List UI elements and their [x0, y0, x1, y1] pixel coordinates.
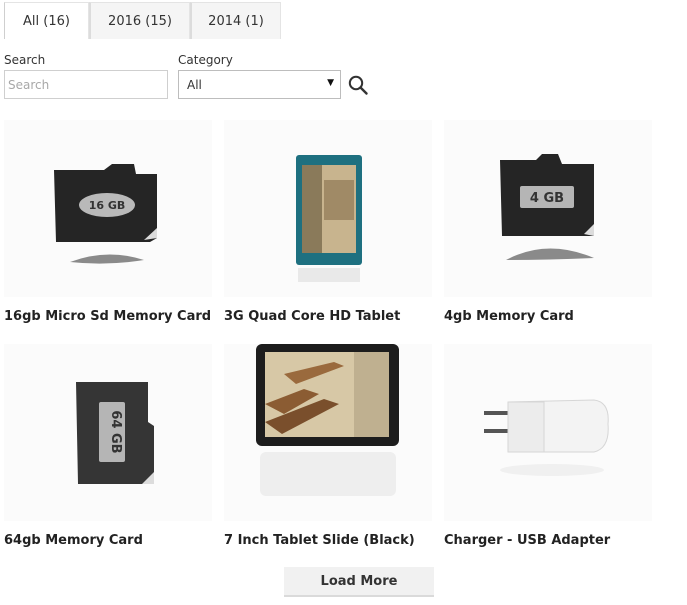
product-image[interactable]: 64 GB	[4, 344, 212, 521]
product-image[interactable]: 16 GB	[4, 120, 212, 297]
product-card: 3G Quad Core HD Tablet	[224, 120, 432, 324]
category-selected-value: All	[187, 77, 202, 92]
product-title[interactable]: Charger - USB Adapter	[444, 533, 610, 548]
card-capacity-text: 4 GB	[530, 191, 564, 206]
product-title[interactable]: 7 Inch Tablet Slide (Black)	[224, 533, 415, 548]
product-title[interactable]: 64gb Memory Card	[4, 533, 143, 548]
category-select[interactable]: All ▼	[178, 70, 341, 99]
card-capacity-text: 16 GB	[89, 199, 126, 212]
product-title[interactable]: 4gb Memory Card	[444, 309, 574, 324]
search-label: Search	[4, 53, 46, 67]
search-input[interactable]	[4, 70, 168, 99]
load-more-button[interactable]: Load More	[284, 567, 434, 597]
category-label: Category	[178, 53, 233, 67]
chevron-down-icon: ▼	[327, 78, 334, 88]
product-image[interactable]	[224, 120, 432, 297]
product-card: Charger - USB Adapter	[444, 344, 652, 548]
product-image[interactable]	[444, 344, 652, 521]
product-title[interactable]: 3G Quad Core HD Tablet	[224, 309, 400, 324]
product-card: 4 GB 4gb Memory Card	[444, 120, 652, 324]
tab-2016[interactable]: 2016 (15)	[89, 2, 190, 39]
product-card: 16 GB 16gb Micro Sd Memory Card	[4, 120, 212, 324]
product-image[interactable]: 4 GB	[444, 120, 652, 297]
product-card: 64 GB 64gb Memory Card	[4, 344, 212, 548]
tab-all[interactable]: All (16)	[4, 2, 89, 39]
tab-2014[interactable]: 2014 (1)	[190, 2, 281, 39]
product-title[interactable]: 16gb Micro Sd Memory Card	[4, 309, 211, 324]
card-capacity-text: 64 GB	[108, 410, 123, 453]
year-tabs: All (16) 2016 (15) 2014 (1)	[4, 2, 281, 39]
product-image[interactable]	[224, 344, 432, 521]
product-card: 7 Inch Tablet Slide (Black)	[224, 344, 432, 548]
search-icon[interactable]	[347, 74, 369, 96]
